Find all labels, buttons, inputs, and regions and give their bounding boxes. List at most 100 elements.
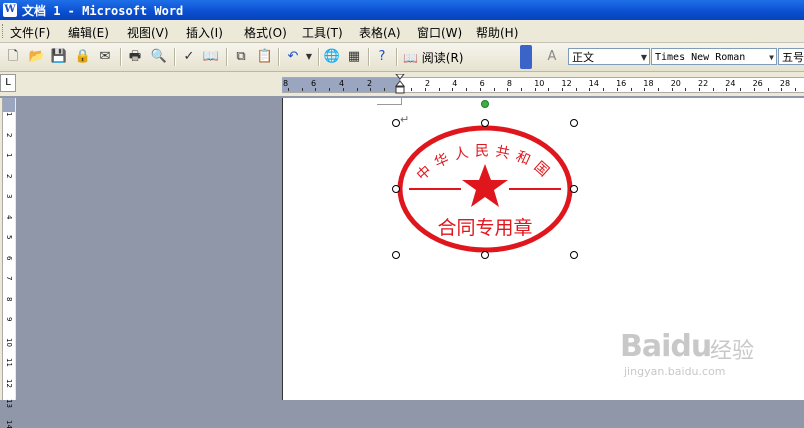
ruler-tick xyxy=(617,88,618,91)
ruler-label: 5 xyxy=(5,235,13,239)
window-title: 文档 1 - Microsoft Word xyxy=(22,2,183,19)
hyperlink-icon[interactable]: 🌐 xyxy=(323,48,341,66)
email-icon[interactable]: ✉ xyxy=(96,48,114,66)
undo-dropdown-icon[interactable]: ▼ xyxy=(300,48,318,66)
ruler-label: 14 xyxy=(5,420,13,428)
menu-tools[interactable]: 工具(T) xyxy=(302,24,343,41)
ruler-tick xyxy=(521,88,522,91)
print-preview-icon[interactable]: 🔍 xyxy=(150,48,168,66)
horizontal-ruler[interactable]: 864224681012141618202224262830 xyxy=(282,77,804,93)
spelling-icon[interactable]: ✓ xyxy=(180,48,198,66)
menubar-grip[interactable] xyxy=(2,24,6,38)
ruler-label: 8 xyxy=(283,79,288,88)
styles-pane-icon[interactable]: A xyxy=(543,48,561,66)
ruler-label: 6 xyxy=(5,256,13,260)
toolbar-separator xyxy=(278,48,280,66)
vertical-ruler-track: 121234567891011121314 xyxy=(2,98,15,400)
research-icon[interactable]: 📖 xyxy=(202,48,220,66)
table-icon[interactable]: ▦ xyxy=(345,48,363,66)
menu-insert[interactable]: 插入(I) xyxy=(186,24,223,41)
ruler-label: 9 xyxy=(5,317,13,321)
ruler-tick xyxy=(726,88,727,91)
help-icon[interactable]: ? xyxy=(373,48,391,66)
copy-icon[interactable]: ⧉ xyxy=(232,48,250,66)
ruler-tick xyxy=(699,88,700,91)
print-icon[interactable]: 🖶 xyxy=(126,48,144,66)
ruler-label: 1 xyxy=(5,112,13,116)
ruler-label: 4 xyxy=(339,79,344,88)
ruler-label: 1 xyxy=(5,153,13,157)
ruler-tick xyxy=(494,88,495,91)
menu-window[interactable]: 窗口(W) xyxy=(417,24,462,41)
menu-edit[interactable]: 编辑(E) xyxy=(68,24,109,41)
open-folder-icon[interactable]: 📂 xyxy=(28,48,46,66)
resize-handle[interactable] xyxy=(570,119,578,127)
menu-format[interactable]: 格式(O) xyxy=(244,24,287,41)
tab-selector-button[interactable]: L xyxy=(0,74,16,92)
read-button[interactable]: 📖 阅读(R) xyxy=(403,49,463,66)
ruler-tick xyxy=(302,88,303,91)
font-select[interactable]: Times New Roman ▼ xyxy=(651,48,777,65)
vertical-ruler[interactable]: 121234567891011121314 xyxy=(0,98,16,400)
menu-help[interactable]: 帮助(H) xyxy=(476,24,518,41)
menu-file[interactable]: 文件(F) xyxy=(10,24,50,41)
ruler-label: 2 xyxy=(5,174,13,178)
ruler-tick xyxy=(685,88,686,91)
ruler-tick xyxy=(672,88,673,91)
ruler-tick xyxy=(795,88,796,91)
resize-handle[interactable] xyxy=(481,251,489,259)
ruler-label: 22 xyxy=(698,79,708,88)
rotate-handle[interactable] xyxy=(481,100,489,108)
ruler-tick xyxy=(384,88,385,91)
menu-view[interactable]: 视图(V) xyxy=(127,24,169,41)
ruler-tick xyxy=(425,88,426,91)
ruler-tick xyxy=(658,88,659,91)
ruler-label: 2 xyxy=(367,79,372,88)
toolbar-separator xyxy=(318,48,320,66)
ruler-tick xyxy=(480,88,481,91)
toolbar-options-button[interactable] xyxy=(520,45,532,69)
ruler-tick xyxy=(768,88,769,91)
style-select[interactable]: 正文 ▼ xyxy=(568,48,650,65)
ruler-tick xyxy=(466,88,467,91)
standard-toolbar: 🗋 📂 💾 🔒 ✉ 🖶 🔍 ✓ 📖 ⧉ 📋 ↶ ▼ 🌐 ▦ ? 📖 阅读(R) … xyxy=(0,43,804,72)
ruler-tick xyxy=(754,88,755,91)
title-bar: W 文档 1 - Microsoft Word xyxy=(0,0,804,20)
resize-handle[interactable] xyxy=(392,251,400,259)
resize-handle[interactable] xyxy=(481,119,489,127)
resize-handle[interactable] xyxy=(392,119,400,127)
ruler-tick xyxy=(740,88,741,91)
style-value: 正文 xyxy=(572,51,594,64)
ruler-tick xyxy=(288,88,289,91)
resize-handle[interactable] xyxy=(392,185,400,193)
permission-icon[interactable]: 🔒 xyxy=(74,48,92,66)
ruler-label: 11 xyxy=(5,358,13,367)
ruler-tick xyxy=(576,88,577,91)
ruler-tick xyxy=(644,88,645,91)
ruler-label: 18 xyxy=(643,79,653,88)
resize-handle[interactable] xyxy=(570,251,578,259)
ruler-label: 4 xyxy=(452,79,457,88)
ruler-label: 12 xyxy=(5,379,13,388)
ruler-tick xyxy=(562,88,563,91)
word-icon[interactable]: W xyxy=(3,3,17,17)
menu-table[interactable]: 表格(A) xyxy=(359,24,401,41)
ruler-label: 7 xyxy=(5,276,13,280)
chevron-down-icon: ▼ xyxy=(769,49,774,65)
font-size-select[interactable]: 五号 xyxy=(778,48,804,65)
paste-icon[interactable]: 📋 xyxy=(256,48,274,66)
resize-handle[interactable] xyxy=(570,185,578,193)
ruler-label: 13 xyxy=(5,399,13,408)
new-document-icon[interactable]: 🗋 xyxy=(4,48,22,66)
contract-seal[interactable]: 中华人民共和国 合同专用章 xyxy=(395,122,575,256)
indent-marker[interactable] xyxy=(395,74,405,96)
ruler-label: 2 xyxy=(5,133,13,137)
ruler-label: 20 xyxy=(671,79,681,88)
ruler-tick xyxy=(589,88,590,91)
ruler-label: 2 xyxy=(425,79,430,88)
ruler-label: 6 xyxy=(480,79,485,88)
toolbar-separator xyxy=(226,48,228,66)
save-icon[interactable]: 💾 xyxy=(50,48,68,66)
read-label: 阅读(R) xyxy=(422,51,464,65)
ruler-tick xyxy=(548,88,549,91)
